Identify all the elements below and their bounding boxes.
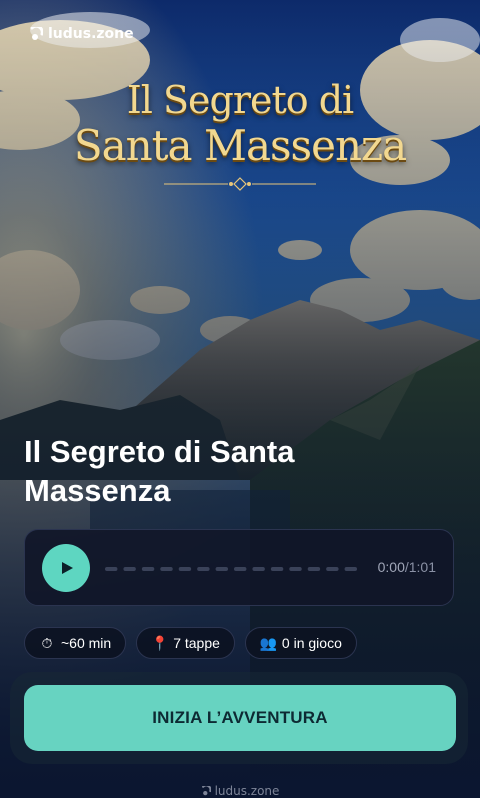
track-segment [197, 567, 210, 571]
hero-title-line2: Santa Massenza [73, 121, 407, 170]
hero-title-line1: Il Segreto di [126, 78, 354, 122]
ornament-divider-icon [164, 177, 316, 191]
track-segment [252, 567, 265, 571]
audio-time: 0:00/1:01 [378, 559, 436, 575]
current-time: 0:00 [377, 559, 405, 575]
stat-duration-label: ~60 min [61, 635, 112, 651]
audio-progress-track[interactable] [105, 566, 357, 572]
audio-player: 0:00/1:01 [24, 529, 454, 606]
play-button[interactable] [42, 544, 90, 592]
track-segment [215, 567, 228, 571]
duration-time: 1:01 [408, 559, 436, 575]
ludus-logo-icon [201, 784, 212, 796]
pin-icon: 📍 [151, 634, 169, 651]
people-icon: 👥 [259, 634, 278, 651]
track-segment [105, 567, 118, 571]
stats-row: ⏱ ~60 min 📍 7 tappe 👥 0 in gioco [24, 627, 357, 659]
track-segment [307, 567, 321, 571]
stat-stops-label: 7 tappe [173, 635, 220, 651]
track-segment [270, 567, 284, 571]
track-segment [234, 567, 247, 571]
track-segment [141, 567, 155, 571]
brand-logo[interactable]: ludus.zone [29, 24, 134, 44]
stat-duration-chip: ⏱ ~60 min [24, 627, 127, 659]
stopwatch-icon: ⏱ [41, 634, 53, 651]
track-segment [344, 567, 357, 571]
ludus-logo-icon [30, 27, 43, 40]
track-segment [160, 567, 173, 571]
stat-stops-chip: 📍 7 tappe [136, 627, 235, 659]
play-icon [62, 562, 73, 574]
hero-artwork-title: Il Segreto di Santa Massenza [0, 78, 480, 170]
track-segment [326, 567, 339, 571]
track-segment [178, 567, 192, 571]
start-adventure-button[interactable]: INIZIA L’AVVENTURA [24, 685, 456, 751]
track-segment [289, 567, 302, 571]
track-segment [123, 567, 136, 571]
stat-players-label: 0 in gioco [281, 635, 342, 651]
brand-name: ludus.zone [48, 26, 134, 42]
game-title: Il Segreto di Santa Massenza [24, 434, 295, 508]
stat-players-chip: 👥 0 in gioco [244, 627, 357, 659]
